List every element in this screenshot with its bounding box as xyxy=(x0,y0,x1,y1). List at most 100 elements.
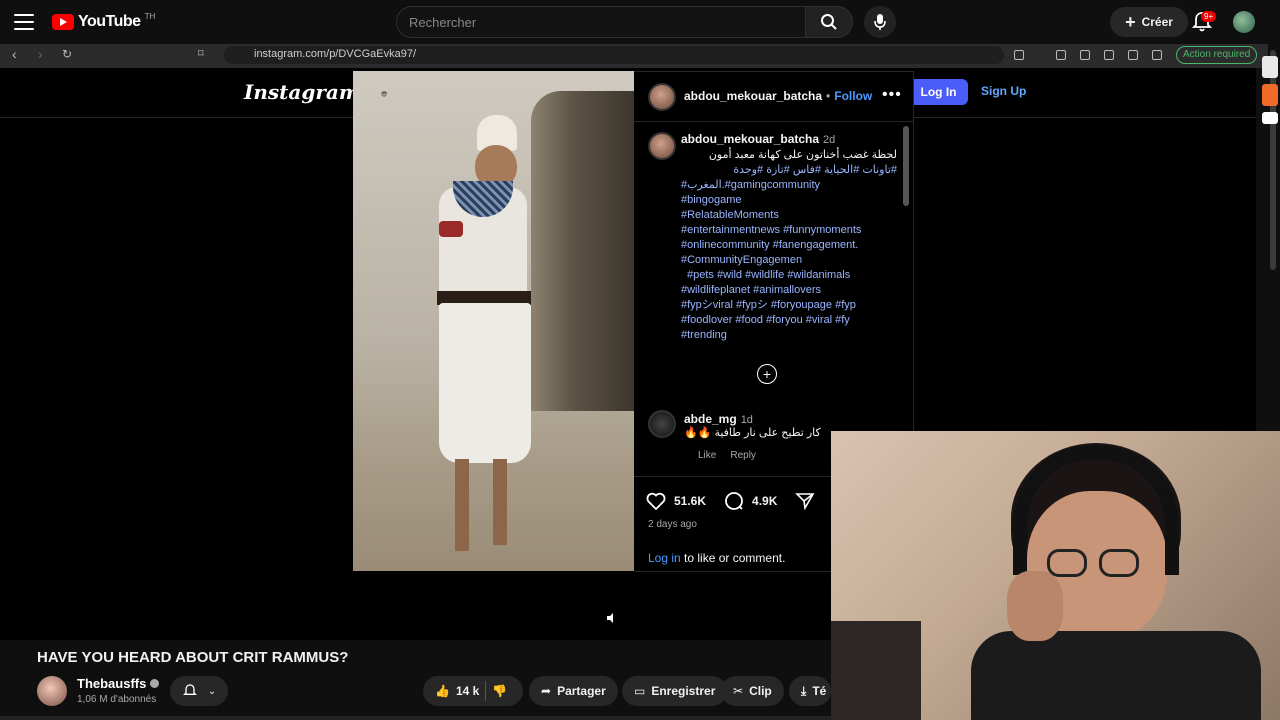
webcam-glasses xyxy=(1099,549,1139,577)
caption-author-avatar[interactable] xyxy=(648,132,676,160)
download-label: Té xyxy=(812,684,827,698)
search-placeholder: Rechercher xyxy=(409,14,477,30)
notification-count-badge: 9+ xyxy=(1201,11,1217,22)
comment-icon[interactable] xyxy=(724,491,744,511)
comment-actions: Like Reply xyxy=(698,450,756,461)
caption-username[interactable]: abdou_mekouar_batcha xyxy=(681,132,819,146)
post-video[interactable]: 😎 xyxy=(353,71,634,571)
channel-name-row[interactable]: Thebausffs xyxy=(77,676,160,691)
login-prompt-text: to like or comment. xyxy=(680,551,786,565)
youtube-logo[interactable]: YouTube TH xyxy=(52,12,155,32)
youtube-header: YouTube TH Rechercher + Créer 9+ xyxy=(0,0,1280,44)
extension-icon[interactable] xyxy=(1056,50,1066,60)
caption-hashtags[interactable]: #المغرب.#gamingcommunity xyxy=(681,178,897,193)
author-avatar[interactable] xyxy=(648,83,676,111)
side-panel-icon[interactable] xyxy=(1262,112,1278,124)
caption-hashtags[interactable]: #onlinecommunity #fanengagement. xyxy=(681,238,897,253)
separator-dot: • xyxy=(826,89,831,103)
caption-hashtags[interactable]: #RelatableMoments xyxy=(681,208,897,223)
login-prompt: Log in to like or comment. xyxy=(648,551,785,565)
commenter-avatar[interactable] xyxy=(648,410,676,438)
video-person-leg xyxy=(493,459,507,545)
caption-hashtags[interactable]: #wildlifeplanet #animallovers xyxy=(681,283,897,298)
extension-icon[interactable] xyxy=(1104,50,1114,60)
address-bar[interactable]: instagram.com/p/DVCGaEvka97/ xyxy=(224,46,1004,64)
load-more-comments-icon[interactable]: + xyxy=(757,364,777,384)
thumbs-up-icon[interactable]: 👍 xyxy=(435,684,450,698)
like-count: 51.6K xyxy=(674,494,707,508)
search-button[interactable] xyxy=(805,6,853,38)
comment-like-link[interactable]: Like xyxy=(698,450,716,461)
comments-scrollbar[interactable] xyxy=(903,126,909,206)
caption-hashtags[interactable]: #trending xyxy=(681,328,897,343)
login-button[interactable]: Log In xyxy=(909,79,968,105)
caption-hashtags[interactable]: #تاونات #الحياية #فاس #تازة #وجدة xyxy=(681,163,897,178)
share-icon[interactable] xyxy=(795,492,815,510)
voice-search-button[interactable] xyxy=(864,6,896,38)
caption-hashtags[interactable]: #entertainmentnews #funnymoments xyxy=(681,223,897,238)
extension-icon[interactable] xyxy=(1014,50,1024,60)
forward-icon[interactable]: › xyxy=(38,46,43,62)
menu-icon[interactable] xyxy=(14,12,34,32)
subscription-bell-button[interactable]: ⌄ xyxy=(170,676,228,706)
caption-time: 2d xyxy=(823,134,836,146)
follow-button[interactable]: Follow xyxy=(834,89,872,103)
commenter-username[interactable]: abde_mg xyxy=(684,412,737,426)
author-username[interactable]: abdou_mekouar_batcha xyxy=(684,89,822,103)
webcam-person-hand xyxy=(1007,571,1063,641)
subscriber-count: 1,06 M d'abonnés xyxy=(77,694,157,705)
create-button[interactable]: + Créer xyxy=(1110,7,1188,37)
url-text: instagram.com/p/DVCGaEvka97/ xyxy=(254,48,417,60)
thumbs-down-icon[interactable]: 👎 xyxy=(492,684,507,698)
search-icon xyxy=(821,14,837,30)
channel-avatar[interactable] xyxy=(37,676,67,706)
share-label: Partager xyxy=(557,684,606,698)
youtube-logo-text: YouTube xyxy=(78,13,141,30)
caption-hashtags[interactable]: #pets #wild #wildlife #wildanimals xyxy=(681,268,897,283)
channel-name[interactable]: Thebausffs xyxy=(77,676,146,691)
caption-hashtags[interactable]: #foodlover #food #foryou #viral #fy xyxy=(681,313,897,328)
caption-hashtags[interactable]: #CommunityEngagemen xyxy=(681,253,897,268)
account-avatar[interactable] xyxy=(1233,11,1255,33)
signup-link[interactable]: Sign Up xyxy=(981,84,1026,98)
save-label: Enregistrer xyxy=(651,684,716,698)
share-button[interactable]: ➦ Partager xyxy=(529,676,618,706)
login-to-comment-link[interactable]: Log in xyxy=(648,551,681,565)
video-overlay-text: 😎 xyxy=(381,92,388,98)
extension-icon[interactable] xyxy=(1080,50,1090,60)
streamer-webcam xyxy=(831,431,1280,720)
side-panel-icon[interactable] xyxy=(1262,84,1278,106)
create-label: Créer xyxy=(1141,15,1173,29)
clip-label: Clip xyxy=(749,684,772,698)
extension-icon[interactable] xyxy=(1152,50,1162,60)
clip-button[interactable]: ✂ Clip xyxy=(721,676,784,706)
extension-side-panel[interactable] xyxy=(1262,56,1280,156)
comment-time: 1d xyxy=(740,414,753,426)
back-icon[interactable]: ‹ xyxy=(12,46,17,62)
more-options-icon[interactable]: ••• xyxy=(882,86,902,104)
action-required-badge[interactable]: Action required xyxy=(1176,46,1258,64)
scissors-icon: ✂ xyxy=(733,684,744,698)
download-icon: ⤓ xyxy=(801,683,807,698)
mute-icon[interactable] xyxy=(602,608,622,628)
video-person-skirt xyxy=(439,303,531,463)
save-icon: ▭ xyxy=(634,684,646,698)
reload-icon[interactable]: ↻ xyxy=(62,47,72,61)
instagram-logo[interactable]: Instagram xyxy=(244,80,360,104)
caption-hashtags[interactable]: #fypシviral #fypシ #foryoupage #fyp xyxy=(681,298,897,313)
caption-hashtags[interactable]: #bingogame xyxy=(681,193,897,208)
save-button[interactable]: ▭ Enregistrer xyxy=(622,676,728,706)
post-caption: abdou_mekouar_batcha 2d لحظة غضب أخناتون … xyxy=(681,132,897,343)
youtube-play-icon xyxy=(52,14,74,30)
bookmark-icon[interactable]: ⌑ xyxy=(198,47,204,60)
search-input[interactable]: Rechercher xyxy=(396,6,806,38)
extension-icon[interactable] xyxy=(1128,50,1138,60)
webcam-chair xyxy=(831,621,921,720)
bell-icon xyxy=(182,684,197,695)
heart-icon[interactable] xyxy=(646,492,666,510)
side-panel-icon[interactable] xyxy=(1262,56,1278,78)
share-arrow-icon: ➦ xyxy=(541,684,552,698)
comment-reply-link[interactable]: Reply xyxy=(730,450,756,461)
video-like-count[interactable]: 14 k xyxy=(456,684,479,698)
download-button[interactable]: ⤓ Té xyxy=(789,676,831,706)
